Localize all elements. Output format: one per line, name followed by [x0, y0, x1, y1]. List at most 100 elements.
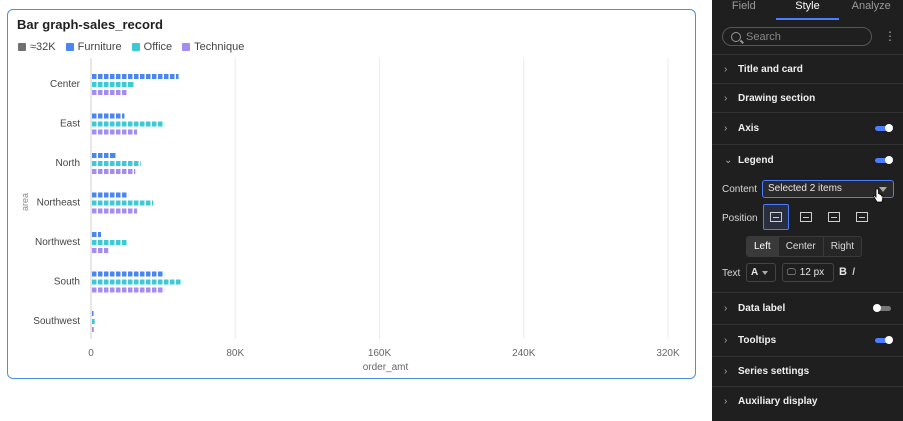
bar-segment-gap: [162, 279, 164, 285]
bar-segment-gap: [114, 208, 116, 214]
font-color-select[interactable]: A: [746, 263, 776, 282]
data-label-toggle[interactable]: [873, 304, 891, 312]
legend-position-bottom-button[interactable]: [793, 204, 819, 230]
bar-segment-gap: [102, 113, 104, 119]
style-panel: Field Style Analyze Search ⋮ › Title and…: [712, 0, 903, 421]
bar-segment-gap: [120, 200, 122, 206]
legend-align-group: Left Center Right: [746, 236, 863, 257]
bar-segment-gap: [102, 169, 104, 174]
tab-field[interactable]: Field: [712, 0, 776, 20]
section-label: Auxiliary display: [738, 396, 818, 407]
bar-segment-gap: [96, 74, 98, 79]
bar-segment-gap: [114, 240, 116, 245]
bar-segment-gap: [102, 200, 104, 206]
align-center-button[interactable]: Center: [778, 237, 824, 256]
bar-segment-gap: [102, 161, 104, 166]
bar-segment-gap: [162, 271, 164, 277]
bar-segment-gap: [102, 153, 104, 158]
bar-segment-gap: [96, 287, 98, 293]
axis-toggle[interactable]: [875, 124, 893, 132]
tooltips-toggle[interactable]: [875, 336, 893, 344]
y-category-label: Northeast: [37, 198, 81, 209]
bar-segment-gap: [120, 113, 122, 119]
bar-segment-gap: [96, 232, 98, 237]
bar-segment-gap: [96, 208, 98, 214]
bold-button[interactable]: B: [839, 266, 847, 278]
bar-segment-gap: [180, 279, 182, 285]
align-left-button[interactable]: Left: [747, 237, 779, 256]
legend-position-right-button[interactable]: [849, 204, 875, 230]
screen: Bar graph-sales_record ≈32K Furniture Of…: [0, 0, 903, 421]
section-label: Axis: [738, 123, 760, 134]
bar-segment-gap: [168, 279, 170, 285]
position-left-icon: [828, 212, 840, 222]
bar-segment-gap: [102, 129, 104, 135]
bar-segment-gap: [114, 121, 116, 127]
bar-segment-gap: [114, 82, 116, 87]
bar-segment-gap: [102, 74, 104, 79]
dropdown-caret-icon: [762, 270, 769, 275]
chevron-right-icon: ›: [724, 92, 728, 104]
legend-toggle[interactable]: [875, 156, 893, 164]
font-size-input[interactable]: 🖵 12 px: [782, 263, 834, 282]
section-axis[interactable]: › Axis: [712, 112, 903, 144]
bar-segment-gap: [108, 121, 110, 127]
y-category-label: North: [56, 158, 80, 169]
x-axis-label: order_amt: [363, 362, 409, 373]
bar-segment-gap: [132, 208, 134, 214]
bar-segment-gap: [126, 287, 128, 293]
section-auxiliary-display[interactable]: › Auxiliary display: [712, 386, 903, 416]
tab-style[interactable]: Style: [775, 0, 840, 20]
legend-position-top-button[interactable]: [763, 204, 789, 230]
bar-segment-gap: [120, 240, 122, 245]
bar-segment-gap: [96, 192, 98, 198]
tab-analyze[interactable]: Analyze: [839, 0, 903, 20]
section-series-settings[interactable]: › Series settings: [712, 356, 903, 386]
bar-segment-gap: [132, 74, 134, 79]
search-input[interactable]: Search: [722, 27, 872, 46]
bar-segment-gap: [132, 200, 134, 206]
bar-segment-gap: [126, 74, 128, 79]
toggle-knob: [885, 156, 893, 164]
chart-card[interactable]: Bar graph-sales_record ≈32K Furniture Of…: [7, 9, 696, 379]
bar-segment-gap: [114, 161, 116, 166]
bar-technique: [92, 327, 94, 332]
position-right-icon: [856, 212, 868, 222]
bar-segment-gap: [102, 192, 104, 198]
bar-segment-gap: [114, 200, 116, 206]
bar-segment-gap: [102, 287, 104, 293]
chevron-right-icon: ›: [724, 335, 728, 346]
section-drawing[interactable]: › Drawing section: [712, 83, 903, 112]
bar-segment-gap: [120, 192, 122, 198]
section-legend[interactable]: ⌄ Legend: [712, 144, 903, 176]
italic-button[interactable]: I: [852, 266, 855, 278]
monitor-icon: 🖵: [787, 267, 796, 277]
bar-segment-gap: [138, 200, 140, 206]
section-data-label[interactable]: › Data label: [712, 292, 903, 324]
bar-segment-gap: [102, 279, 104, 285]
section-tooltips[interactable]: › Tooltips: [712, 324, 903, 356]
bar-segment-gap: [108, 200, 110, 206]
bar-segment-gap: [144, 271, 146, 277]
chevron-right-icon: ›: [724, 63, 728, 75]
bar-segment-gap: [96, 153, 98, 158]
bar-segment-gap: [102, 240, 104, 245]
bar-segment-gap: [126, 192, 128, 198]
bar-segment-gap: [120, 169, 122, 174]
bar-segment-gap: [162, 74, 164, 79]
search-placeholder: Search: [746, 30, 781, 43]
bar-segment-gap: [126, 129, 128, 135]
bar-technique: [92, 169, 136, 174]
bar-segment-gap: [108, 208, 110, 214]
y-category-label: Southwest: [33, 316, 80, 327]
align-right-button[interactable]: Right: [823, 237, 862, 256]
bar-segment-gap: [96, 279, 98, 285]
legend-position-left-button[interactable]: [821, 204, 847, 230]
section-title-and-card[interactable]: › Title and card: [712, 54, 903, 83]
bar-segment-gap: [96, 129, 98, 135]
bar-furniture: [92, 311, 94, 316]
bar-segment-gap: [120, 161, 122, 166]
more-options-icon[interactable]: ⋮: [884, 29, 896, 43]
bar-segment-gap: [156, 271, 158, 277]
chevron-right-icon: ›: [724, 366, 728, 377]
